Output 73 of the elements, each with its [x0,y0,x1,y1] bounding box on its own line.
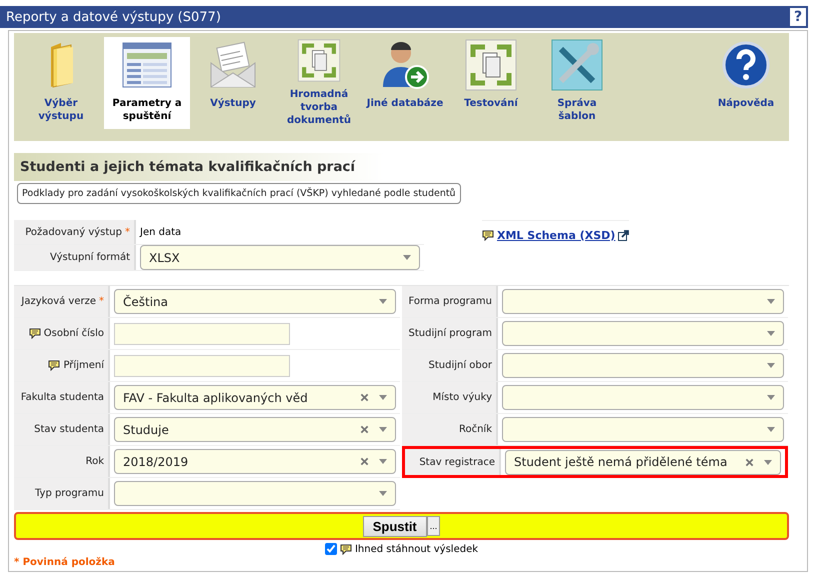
toolbar-tab[interactable]: Testování [448,37,534,129]
input-field[interactable] [114,354,290,376]
field-label: Fakulta studenta [20,392,104,403]
caret-icon [379,299,387,304]
dropdown[interactable] [114,481,396,506]
field-label: Stav registrace [419,456,495,468]
documents-cycle-icon [465,39,517,91]
dropdown[interactable] [502,353,784,378]
field-label: Osobní číslo [44,328,104,339]
caret-icon [379,395,387,400]
clear-icon[interactable] [360,393,369,402]
dropdown[interactable] [502,289,784,314]
required-mark: * [125,226,130,238]
clear-icon[interactable] [360,425,369,434]
more-button[interactable]: ... [426,516,440,536]
field-label: Místo výuky [432,392,492,403]
toolbar-tab[interactable]: Výběr výstupu [18,37,104,129]
dropdown[interactable]: Studuje [114,417,396,442]
toolbar-tab[interactable]: Výstupy [190,37,276,129]
dropdown[interactable]: FAV - Fakulta aplikovaných věd [114,385,396,410]
field-label: Příjmení [63,360,104,371]
wrench-screwdriver-icon [551,39,603,91]
field-label: Typ programu [34,488,104,499]
dropdown[interactable]: Čeština [114,289,396,314]
field-label: Studijní obor [428,360,492,371]
comment-icon [28,328,41,339]
field-label: Forma programu [408,296,492,307]
field-label: Stav studenta [34,424,104,435]
dropdown[interactable]: XLSX [140,245,420,270]
input-field[interactable] [114,322,290,344]
field-label: Studijní program [408,328,492,339]
required-note: * Povinná položka [14,557,116,568]
dropdown[interactable]: Student ještě nemá přidělené téma [505,450,781,474]
toolbar-tab[interactable]: Hromadná tvorba dokumentů [276,37,362,129]
caret-icon [379,491,387,496]
window-title: Reporty a datové výstupy (S077) [6,10,221,24]
clear-icon[interactable] [360,457,369,466]
field-value: Jen data [140,226,182,238]
toolbar-tab[interactable]: Nápověda [703,37,789,129]
field-label: Rok [86,456,104,467]
dropdown[interactable] [502,417,784,442]
dropdown[interactable] [502,321,784,346]
field-label: Požadovaný výstup [25,226,122,238]
caret-icon [403,255,411,260]
required-mark: * [99,296,104,307]
description-tooltip: Podklady pro zadání vysokoškolských kvalifikačních prací (VŠKP) vyhledané podle studentů [17,183,461,204]
clear-icon[interactable] [745,458,754,466]
caret-icon [767,299,775,304]
caret-icon [767,363,775,368]
help-button[interactable]: ? [788,6,808,28]
toolbar-tab[interactable]: Správa šablon [534,37,620,129]
comment-icon [340,544,352,554]
field-label: Ročník [458,424,492,435]
caret-icon [764,460,772,464]
checkbox-label: Ihned stáhnout výsledek [354,544,478,554]
caret-icon [767,395,775,400]
field-label: Jazyková verze [21,296,96,307]
caret-icon [379,427,387,432]
toolbar-tab[interactable]: Parametry a spuštění [104,37,190,129]
run-button[interactable]: Spustit [362,516,427,536]
dropdown[interactable]: 2018/2019 [114,449,396,474]
xml-schema-link[interactable]: XML Schema (XSD) [497,228,616,242]
checkbox[interactable] [324,543,337,555]
caret-icon [767,331,775,336]
dropdown[interactable] [502,385,784,410]
comment-icon [482,230,494,240]
help-icon [720,39,772,91]
field-label: Výstupní formát [50,252,130,263]
caret-icon [767,427,775,432]
comment-icon [48,360,60,371]
toolbar-tab[interactable]: Jiné databáze [362,37,448,129]
caret-icon [379,459,387,464]
external-link-icon [618,230,630,240]
